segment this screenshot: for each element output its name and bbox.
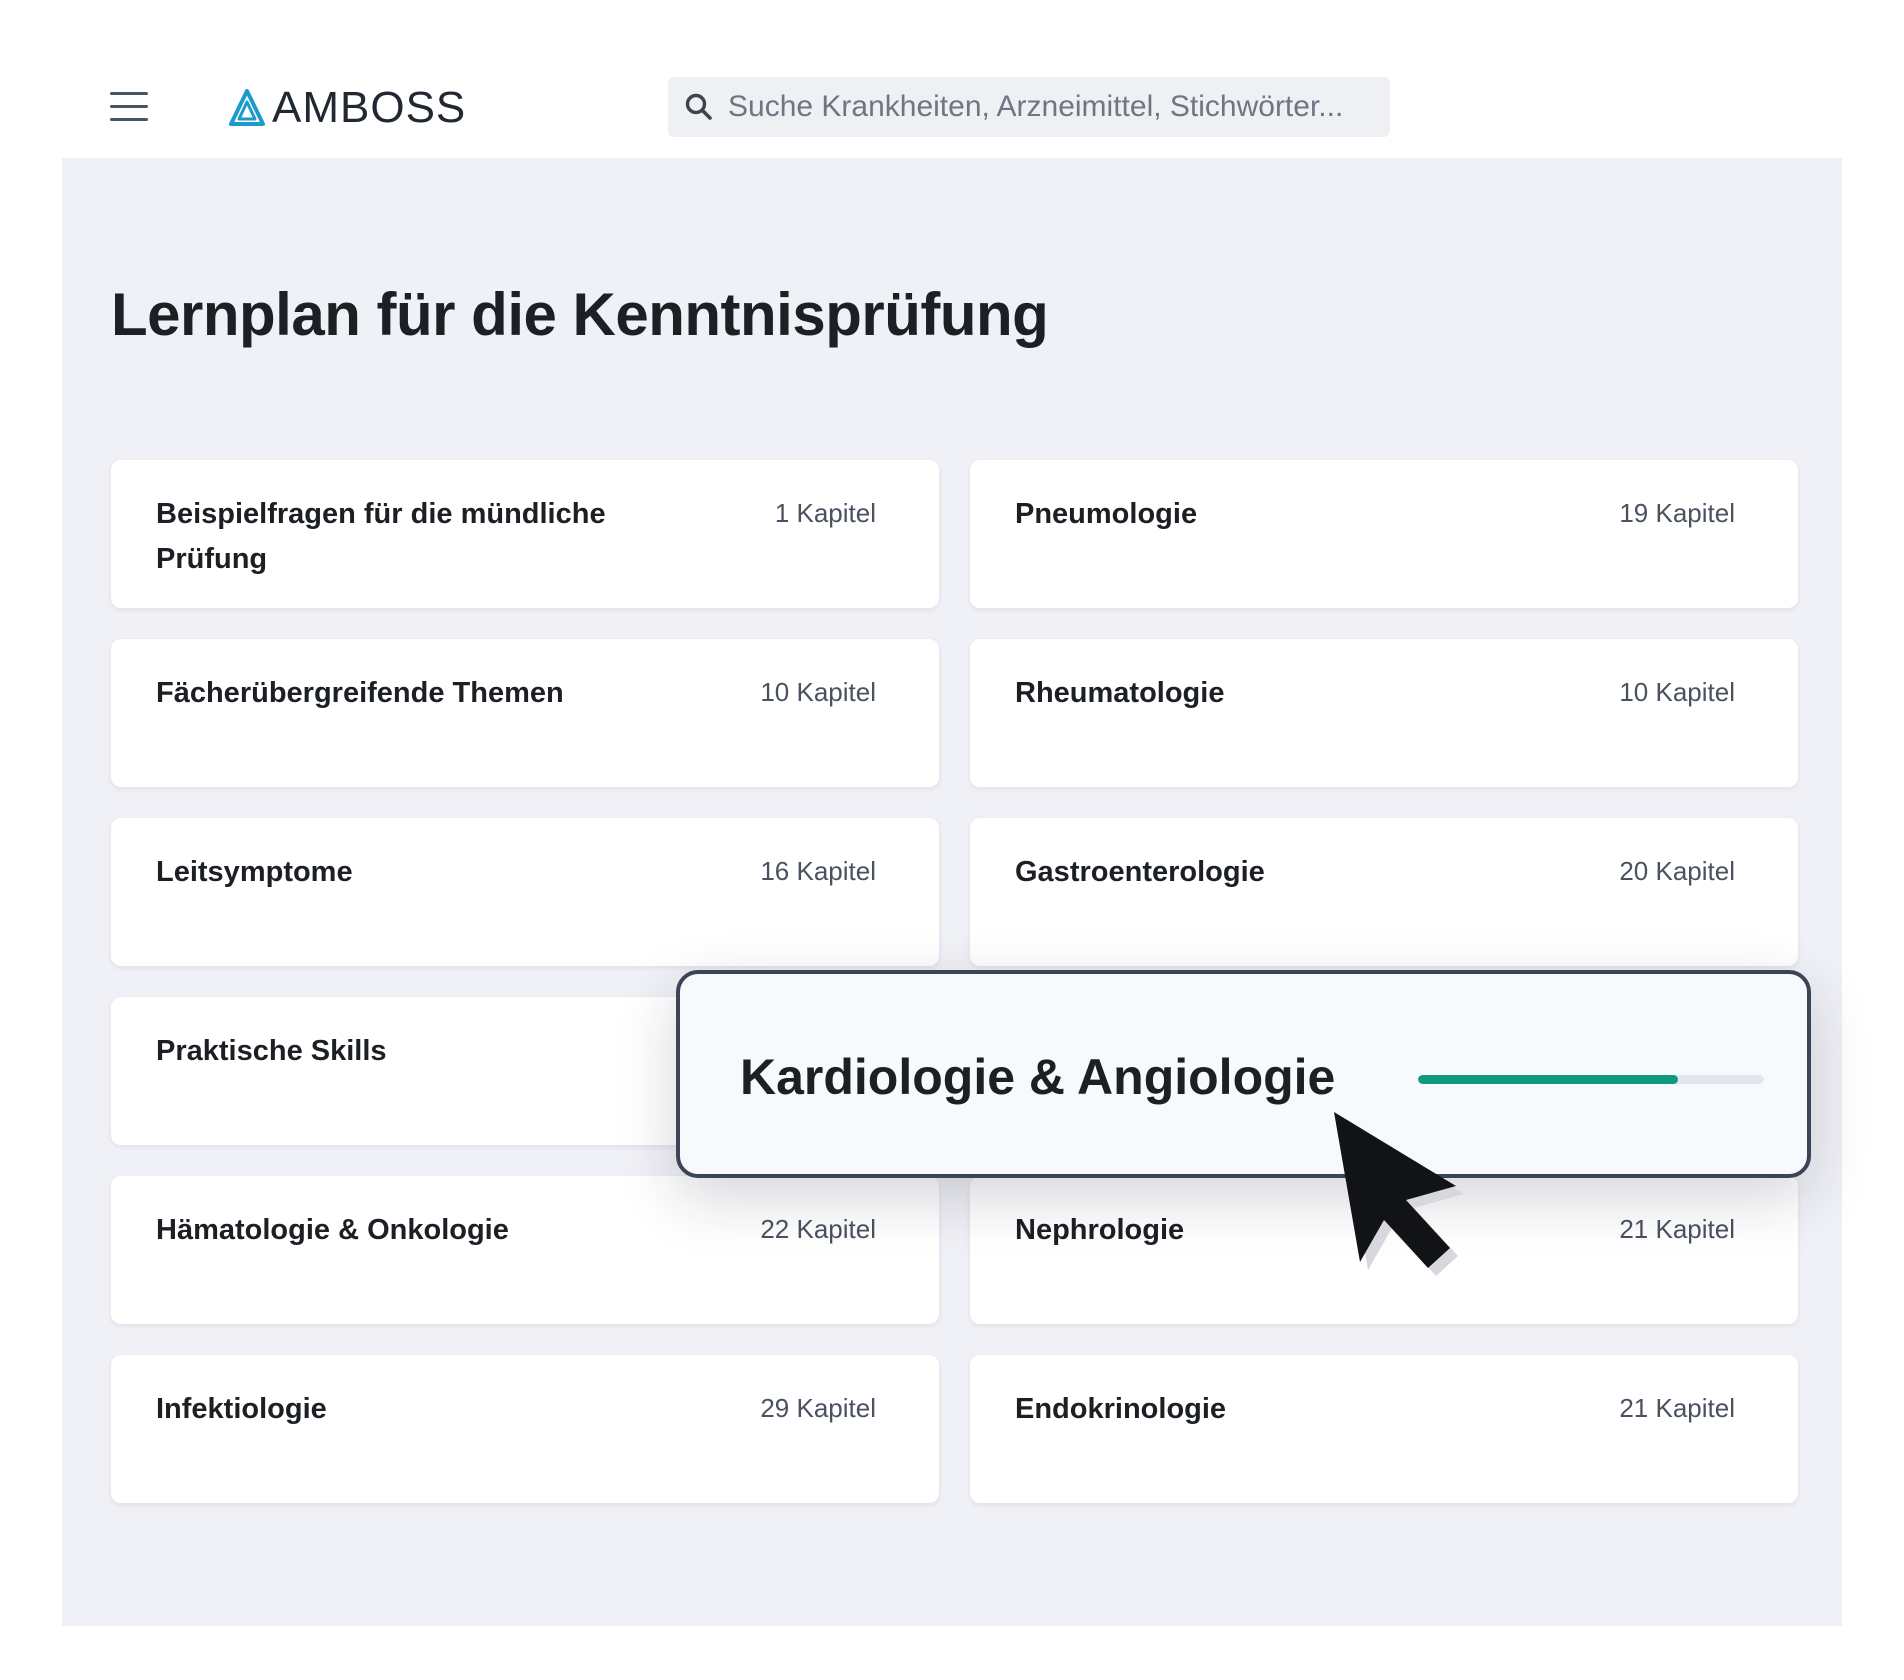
search-bar[interactable] <box>668 77 1390 137</box>
topic-title: Praktische Skills <box>156 1035 387 1067</box>
menu-icon[interactable] <box>110 92 148 122</box>
topic-chapter-count: 19 Kapitel <box>1619 498 1735 528</box>
topic-card[interactable]: Hämatologie & Onkologie 22 Kapitel <box>111 1176 939 1324</box>
search-input[interactable] <box>728 90 1368 124</box>
amboss-triangle-icon <box>229 89 265 126</box>
topic-card[interactable]: Fächerübergreifende Themen 10 Kapitel <box>111 639 939 787</box>
topic-title: Leitsymptome <box>156 856 353 888</box>
progress-bar <box>1418 1075 1764 1084</box>
topic-card[interactable]: Endokrinologie 21 Kapitel <box>970 1355 1798 1503</box>
topic-title: Nephrologie <box>1015 1214 1185 1246</box>
page-title: Lernplan für die Kenntnisprüfung <box>111 281 1049 348</box>
topic-title: Hämatologie & Onkologie <box>156 1214 509 1246</box>
topic-title: Gastroenterologie <box>1015 856 1265 888</box>
topic-card[interactable]: Nephrologie 21 Kapitel <box>970 1176 1798 1324</box>
topic-card[interactable]: Pneumologie 19 Kapitel <box>970 460 1798 608</box>
topic-title: Endokrinologie <box>1015 1393 1227 1425</box>
topic-card[interactable]: Beispielfragen für die mündliche Prüfung… <box>111 460 939 608</box>
topic-title: Fächerübergreifende Themen <box>156 677 564 709</box>
amboss-logo[interactable]: AMBOSS <box>228 80 466 136</box>
brand-name: AMBOSS <box>272 83 467 132</box>
progress-bar-fill <box>1418 1075 1678 1084</box>
topic-chapter-count: 10 Kapitel <box>1619 677 1735 707</box>
topic-title: Rheumatologie <box>1015 677 1225 709</box>
topic-chapter-count: 22 Kapitel <box>760 1214 876 1244</box>
top-bar: AMBOSS <box>0 0 1904 158</box>
topic-chapter-count: 1 Kapitel <box>774 498 876 528</box>
topic-chapter-count: 10 Kapitel <box>760 677 876 707</box>
topic-card[interactable]: Rheumatologie 10 Kapitel <box>970 639 1798 787</box>
topic-chapter-count: 16 Kapitel <box>760 856 876 886</box>
topic-card[interactable]: Infektiologie 29 Kapitel <box>111 1355 939 1503</box>
main-content: Lernplan für die Kenntnisprüfung Beispie… <box>62 158 1842 1626</box>
highlighted-topic-card[interactable]: Kardiologie & Angiologie <box>676 970 1811 1178</box>
topic-card[interactable]: Gastroenterologie 20 Kapitel <box>970 818 1798 966</box>
highlighted-topic-title: Kardiologie & Angiologie <box>740 1049 1336 1105</box>
topic-title: Beispielfragen für die mündliche Prüfung <box>156 498 606 575</box>
search-icon <box>685 93 712 120</box>
topic-chapter-count: 20 Kapitel <box>1619 856 1735 886</box>
topic-card[interactable]: Leitsymptome 16 Kapitel <box>111 818 939 966</box>
topic-title: Infektiologie <box>156 1393 327 1425</box>
topic-title: Pneumologie <box>1015 498 1198 530</box>
topic-chapter-count: 21 Kapitel <box>1619 1214 1735 1244</box>
topic-chapter-count: 21 Kapitel <box>1619 1393 1735 1423</box>
topic-chapter-count: 29 Kapitel <box>760 1393 876 1423</box>
